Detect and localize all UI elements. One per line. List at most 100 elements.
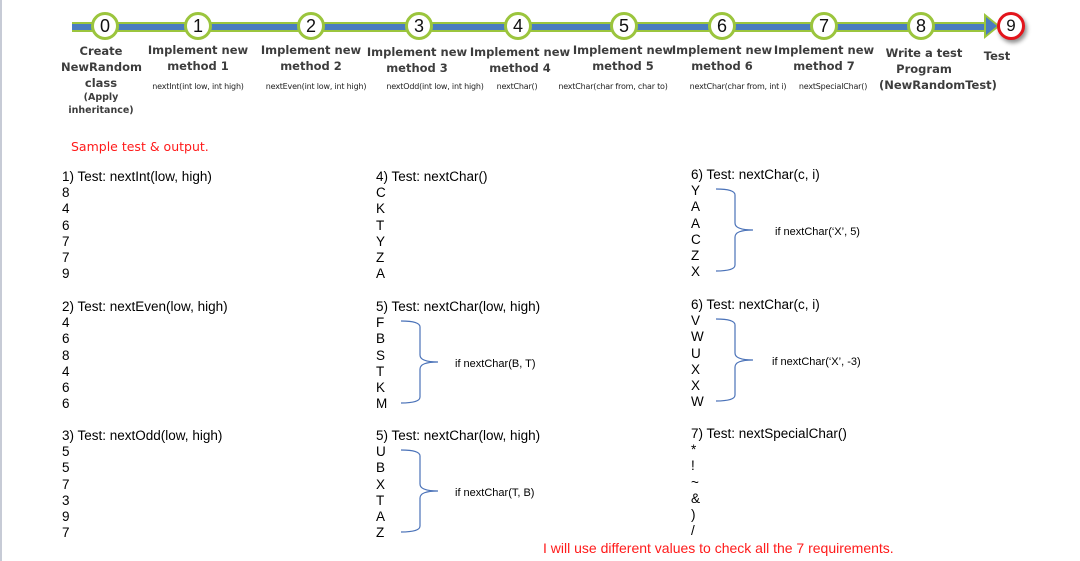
step-3-circle-icon: 3 (405, 12, 433, 40)
test-block: 5) Test: nextChar(low, high) F B S T K Mif nex… (376, 299, 540, 412)
test-output-line: 4 (62, 201, 70, 217)
step-2-label: Implement new method 2 (251, 42, 371, 74)
step-2-circle-icon: 2 (297, 12, 325, 40)
step-9-label: Test (937, 48, 1057, 64)
step-5-method-signature: nextChar(char from, char to) (558, 82, 668, 91)
step-label-subtext: (NewRandomTest) (879, 78, 997, 92)
test-title: 2) Test: nextEven(low, high) (62, 299, 228, 314)
test-block: 2) Test: nextEven(low, high) 4 6 8 4 6 6 (62, 299, 228, 412)
step-4-method-signature: nextChar() (496, 82, 538, 91)
step-7-label: Implement new method 7 (764, 42, 884, 74)
step-label-text: Implement new method 2 (260, 43, 362, 73)
step-1-method-signature: nextInt(int low, int high) (152, 82, 244, 91)
test-output-line: 6 (62, 331, 70, 347)
curly-brace-icon (715, 318, 754, 402)
test-block: 5) Test: nextChar(low, high) U B X T A Zif nex… (376, 428, 540, 541)
test-output-line: 6 (62, 379, 70, 395)
step-label-text: Implement new method 4 (469, 45, 571, 75)
test-output-line: ) (691, 506, 696, 522)
test-title: 1) Test: nextInt(low, high) (62, 169, 212, 184)
test-output-line: * (691, 442, 697, 458)
step-label-text: Implement new method 6 (671, 43, 773, 73)
test-output-line: 7 (62, 476, 70, 492)
test-output-line: W (691, 329, 704, 345)
test-output-line: ~ (691, 474, 699, 490)
step-label-text: Implement new method 3 (366, 45, 468, 75)
footer-note: I will use different values to check all… (543, 540, 894, 556)
test-title: 5) Test: nextChar(low, high) (376, 428, 541, 443)
step-label-text: Implement new method 1 (147, 43, 249, 73)
test-block: 4) Test: nextChar() C K T Y Z A (376, 169, 488, 282)
test-output-line: 3 (62, 492, 70, 508)
test-output-line: 9 (62, 508, 70, 524)
test-output-line: 4 (62, 315, 70, 331)
test-output-line: 8 (62, 347, 70, 363)
sample-heading: Sample test & output. (71, 139, 209, 154)
test-output-line: Z (376, 249, 385, 265)
step-2-method-signature: nextEven(int low, int high) (265, 82, 367, 91)
test-block: 6) Test: nextChar(c, i) V W U X X Wif nextChar… (691, 297, 861, 410)
step-label-subtext: (Apply inheritance) (68, 92, 134, 116)
brace-annotation: if nextChar(‘X’, -3) (772, 356, 861, 368)
test-block: 3) Test: nextOdd(low, high) 5 5 7 3 9 7 (62, 428, 222, 541)
test-output-line: 6 (62, 217, 70, 233)
test-block: 1) Test: nextInt(low, high) 8 4 6 7 7 9 (62, 169, 212, 282)
test-output-line: 4 (62, 363, 70, 379)
test-title: 6) Test: nextChar(c, i) (691, 167, 820, 182)
step-label-text: Implement new method 7 (773, 43, 875, 73)
test-title: 6) Test: nextChar(c, i) (691, 297, 820, 312)
step-label-text: Test (983, 49, 1011, 63)
test-output-line: & (691, 490, 701, 506)
test-output-line: / (691, 523, 695, 539)
test-output-line: A (691, 199, 701, 215)
step-0-circle-icon: 0 (91, 12, 119, 40)
timeline-arrowhead-inner (986, 17, 997, 35)
step-8-circle-icon: 8 (907, 12, 935, 40)
test-output-line: C (376, 185, 386, 201)
test-output-line: X (691, 264, 701, 280)
process-timeline: 0 Create NewRandom class (Apply inheritanc… (0, 0, 1080, 125)
brace-annotation: if nextChar(B, T) (455, 358, 536, 370)
step-1-label: Implement new method 1 (138, 42, 258, 74)
test-output-line: 5 (62, 444, 70, 460)
step-3-method-signature: nextOdd(int low, int high) (386, 82, 484, 91)
step-3-label: Implement new method 3 (357, 44, 477, 76)
step-6-circle-icon: 6 (708, 12, 736, 40)
test-title: 5) Test: nextChar(low, high) (376, 299, 541, 314)
step-label-text: Create NewRandom class (61, 44, 142, 90)
step-0-label: Create NewRandom class (Apply inheritance… (61, 43, 142, 117)
test-output-line: K (376, 201, 386, 217)
test-title: 7) Test: nextSpecialChar() (691, 426, 847, 441)
test-title: 4) Test: nextChar() (376, 169, 488, 184)
step-4-label: Implement new method 4 (460, 44, 580, 76)
curly-brace-icon (400, 320, 439, 404)
curly-brace-icon (400, 449, 439, 533)
test-output-line: Y (691, 183, 701, 199)
step-4-circle-icon: 4 (504, 12, 532, 40)
test-output-line: Z (691, 247, 700, 263)
test-output-line: 6 (62, 396, 70, 412)
brace-annotation: if nextChar(‘X’, 5) (775, 226, 860, 238)
test-output-line: V (691, 313, 701, 329)
test-output-line: X (691, 377, 701, 393)
test-title: 3) Test: nextOdd(low, high) (62, 428, 223, 443)
step-5-circle-icon: 5 (610, 12, 638, 40)
test-output-line: T (376, 217, 385, 233)
test-output-line: Y (376, 233, 386, 249)
step-6-method-signature: nextChar(char from, int i) (689, 82, 787, 91)
test-output-line: 7 (62, 249, 70, 265)
test-output-line: 9 (62, 266, 70, 282)
step-9-circle-icon: 9 (997, 12, 1025, 40)
step-1-circle-icon: 1 (184, 12, 212, 40)
test-output-line: ! (691, 458, 695, 474)
step-label-text: Implement new method 5 (572, 43, 674, 73)
step-7-method-signature: nextSpecialChar() (798, 82, 868, 91)
test-output-line: 7 (62, 525, 70, 541)
test-output-line: 8 (62, 185, 70, 201)
test-block: 7) Test: nextSpecialChar() *! ~ &) / (691, 426, 847, 539)
brace-annotation: if nextChar(T, B) (455, 487, 535, 499)
test-block: 6) Test: nextChar(c, i) Y A A C Z Xif nextChar… (691, 167, 860, 280)
test-output-line: 7 (62, 233, 70, 249)
curly-brace-icon (715, 188, 754, 272)
test-output-line: W (691, 394, 704, 410)
